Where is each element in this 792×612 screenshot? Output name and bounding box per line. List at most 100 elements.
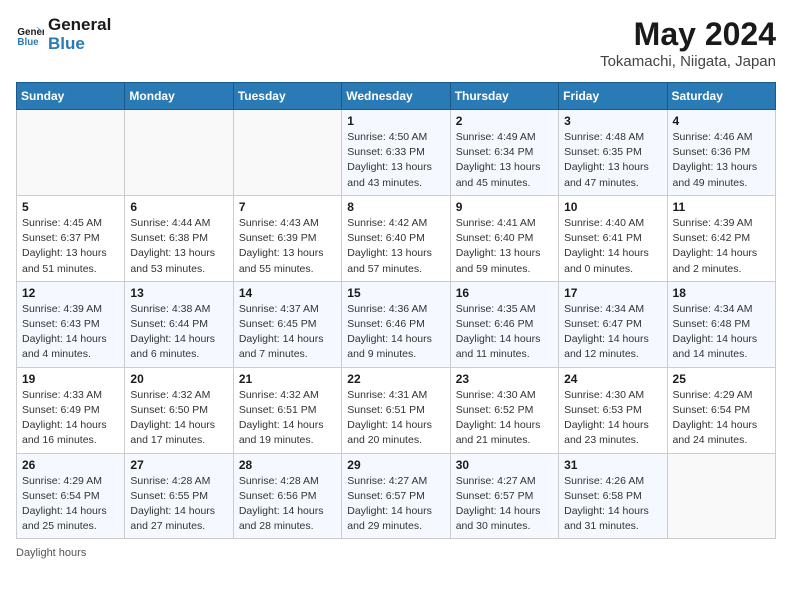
calendar-cell: 29Sunrise: 4:27 AMSunset: 6:57 PMDayligh… [342, 453, 450, 539]
calendar-cell: 8Sunrise: 4:42 AMSunset: 6:40 PMDaylight… [342, 195, 450, 281]
day-info: Sunrise: 4:38 AMSunset: 6:44 PMDaylight:… [130, 302, 227, 363]
day-info: Sunrise: 4:48 AMSunset: 6:35 PMDaylight:… [564, 130, 661, 191]
day-number: 6 [130, 200, 227, 214]
calendar-week-4: 19Sunrise: 4:33 AMSunset: 6:49 PMDayligh… [17, 367, 776, 453]
weekday-header-row: SundayMondayTuesdayWednesdayThursdayFrid… [17, 83, 776, 110]
day-number: 24 [564, 372, 661, 386]
calendar-cell: 17Sunrise: 4:34 AMSunset: 6:47 PMDayligh… [559, 281, 667, 367]
calendar-cell: 19Sunrise: 4:33 AMSunset: 6:49 PMDayligh… [17, 367, 125, 453]
calendar-cell: 6 Sunrise: 4:44 AMSunset: 6:38 PMDaylight… [125, 195, 233, 281]
day-info: Sunrise: 4:27 AMSunset: 6:57 PMDaylight:… [347, 474, 444, 535]
calendar-cell: 9 Sunrise: 4:41 AMSunset: 6:40 PMDaylight… [450, 195, 558, 281]
weekday-header-saturday: Saturday [667, 83, 775, 110]
calendar-cell: 28 Sunrise: 4:28 AMSunset: 6:56 PMDayligh… [233, 453, 341, 539]
calendar-cell: 11 Sunrise: 4:39 AMSunset: 6:42 PMDayligh… [667, 195, 775, 281]
day-number: 7 [239, 200, 336, 214]
weekday-header-friday: Friday [559, 83, 667, 110]
calendar-cell: 7 Sunrise: 4:43 AMSunset: 6:39 PMDaylight… [233, 195, 341, 281]
day-info: Sunrise: 4:29 AMSunset: 6:54 PMDaylight:… [22, 474, 119, 535]
calendar-cell: 23Sunrise: 4:30 AMSunset: 6:52 PMDayligh… [450, 367, 558, 453]
calendar-cell: 12Sunrise: 4:39 AMSunset: 6:43 PMDayligh… [17, 281, 125, 367]
weekday-header-thursday: Thursday [450, 83, 558, 110]
logo-icon: General Blue [16, 21, 44, 49]
day-number: 22 [347, 372, 444, 386]
day-info: Sunrise: 4:28 AMSunset: 6:56 PMDaylight:… [239, 474, 336, 535]
day-number: 30 [456, 458, 553, 472]
calendar-cell: 3 Sunrise: 4:48 AMSunset: 6:35 PMDaylight… [559, 110, 667, 196]
day-info: Sunrise: 4:30 AMSunset: 6:53 PMDaylight:… [564, 388, 661, 449]
weekday-header-wednesday: Wednesday [342, 83, 450, 110]
calendar-cell [667, 453, 775, 539]
day-number: 23 [456, 372, 553, 386]
title-block: May 2024 Tokamachi, Niigata, Japan [600, 16, 776, 70]
calendar-cell: 14 Sunrise: 4:37 AMSunset: 6:45 PMDayligh… [233, 281, 341, 367]
day-number: 28 [239, 458, 336, 472]
calendar-cell: 25 Sunrise: 4:29 AMSunset: 6:54 PMDayligh… [667, 367, 775, 453]
weekday-header-tuesday: Tuesday [233, 83, 341, 110]
calendar-cell: 16 Sunrise: 4:35 AMSunset: 6:46 PMDayligh… [450, 281, 558, 367]
day-info: Sunrise: 4:26 AMSunset: 6:58 PMDaylight:… [564, 474, 661, 535]
day-info: Sunrise: 4:41 AMSunset: 6:40 PMDaylight:… [456, 216, 553, 277]
calendar-cell: 24 Sunrise: 4:30 AMSunset: 6:53 PMDayligh… [559, 367, 667, 453]
calendar-cell: 13Sunrise: 4:38 AMSunset: 6:44 PMDayligh… [125, 281, 233, 367]
calendar-cell [17, 110, 125, 196]
calendar-week-1: 1 Sunrise: 4:50 AMSunset: 6:33 PMDaylight… [17, 110, 776, 196]
day-info: Sunrise: 4:43 AMSunset: 6:39 PMDaylight:… [239, 216, 336, 277]
day-number: 5 [22, 200, 119, 214]
weekday-header-monday: Monday [125, 83, 233, 110]
calendar-cell: 22 Sunrise: 4:31 AMSunset: 6:51 PMDayligh… [342, 367, 450, 453]
day-number: 11 [673, 200, 770, 214]
day-info: Sunrise: 4:37 AMSunset: 6:45 PMDaylight:… [239, 302, 336, 363]
day-info: Sunrise: 4:34 AMSunset: 6:48 PMDaylight:… [673, 302, 770, 363]
day-info: Sunrise: 4:32 AMSunset: 6:51 PMDaylight:… [239, 388, 336, 449]
day-number: 4 [673, 114, 770, 128]
day-number: 21 [239, 372, 336, 386]
calendar-cell [125, 110, 233, 196]
calendar-cell: 10Sunrise: 4:40 AMSunset: 6:41 PMDayligh… [559, 195, 667, 281]
day-number: 16 [456, 286, 553, 300]
page-header: General Blue General Blue May 2024 Tokam… [16, 16, 776, 70]
day-info: Sunrise: 4:40 AMSunset: 6:41 PMDaylight:… [564, 216, 661, 277]
logo-blue: Blue [48, 35, 111, 54]
day-number: 19 [22, 372, 119, 386]
day-info: Sunrise: 4:39 AMSunset: 6:43 PMDaylight:… [22, 302, 119, 363]
footer: Daylight hours [16, 547, 776, 559]
day-info: Sunrise: 4:50 AMSunset: 6:33 PMDaylight:… [347, 130, 444, 191]
day-info: Sunrise: 4:36 AMSunset: 6:46 PMDaylight:… [347, 302, 444, 363]
calendar-cell: 4Sunrise: 4:46 AMSunset: 6:36 PMDaylight… [667, 110, 775, 196]
calendar-cell: 30Sunrise: 4:27 AMSunset: 6:57 PMDayligh… [450, 453, 558, 539]
calendar-week-2: 5 Sunrise: 4:45 AMSunset: 6:37 PMDaylight… [17, 195, 776, 281]
calendar-table: SundayMondayTuesdayWednesdayThursdayFrid… [16, 82, 776, 539]
calendar-cell: 26Sunrise: 4:29 AMSunset: 6:54 PMDayligh… [17, 453, 125, 539]
day-info: Sunrise: 4:45 AMSunset: 6:37 PMDaylight:… [22, 216, 119, 277]
daylight-label: Daylight hours [16, 547, 86, 559]
day-number: 9 [456, 200, 553, 214]
logo: General Blue General Blue [16, 16, 111, 53]
day-info: Sunrise: 4:29 AMSunset: 6:54 PMDaylight:… [673, 388, 770, 449]
day-info: Sunrise: 4:32 AMSunset: 6:50 PMDaylight:… [130, 388, 227, 449]
calendar-cell: 2Sunrise: 4:49 AMSunset: 6:34 PMDaylight… [450, 110, 558, 196]
calendar-cell [233, 110, 341, 196]
logo-general: General [48, 16, 111, 35]
calendar-cell: 1 Sunrise: 4:50 AMSunset: 6:33 PMDaylight… [342, 110, 450, 196]
day-number: 1 [347, 114, 444, 128]
day-number: 27 [130, 458, 227, 472]
day-info: Sunrise: 4:34 AMSunset: 6:47 PMDaylight:… [564, 302, 661, 363]
calendar-cell: 27Sunrise: 4:28 AMSunset: 6:55 PMDayligh… [125, 453, 233, 539]
calendar-cell: 31 Sunrise: 4:26 AMSunset: 6:58 PMDayligh… [559, 453, 667, 539]
day-number: 18 [673, 286, 770, 300]
calendar-cell: 18 Sunrise: 4:34 AMSunset: 6:48 PMDayligh… [667, 281, 775, 367]
day-info: Sunrise: 4:44 AMSunset: 6:38 PMDaylight:… [130, 216, 227, 277]
day-info: Sunrise: 4:49 AMSunset: 6:34 PMDaylight:… [456, 130, 553, 191]
weekday-header-sunday: Sunday [17, 83, 125, 110]
day-number: 31 [564, 458, 661, 472]
day-info: Sunrise: 4:35 AMSunset: 6:46 PMDaylight:… [456, 302, 553, 363]
day-number: 8 [347, 200, 444, 214]
day-number: 20 [130, 372, 227, 386]
calendar-cell: 15Sunrise: 4:36 AMSunset: 6:46 PMDayligh… [342, 281, 450, 367]
day-number: 3 [564, 114, 661, 128]
day-info: Sunrise: 4:31 AMSunset: 6:51 PMDaylight:… [347, 388, 444, 449]
day-info: Sunrise: 4:39 AMSunset: 6:42 PMDaylight:… [673, 216, 770, 277]
day-number: 25 [673, 372, 770, 386]
day-number: 14 [239, 286, 336, 300]
